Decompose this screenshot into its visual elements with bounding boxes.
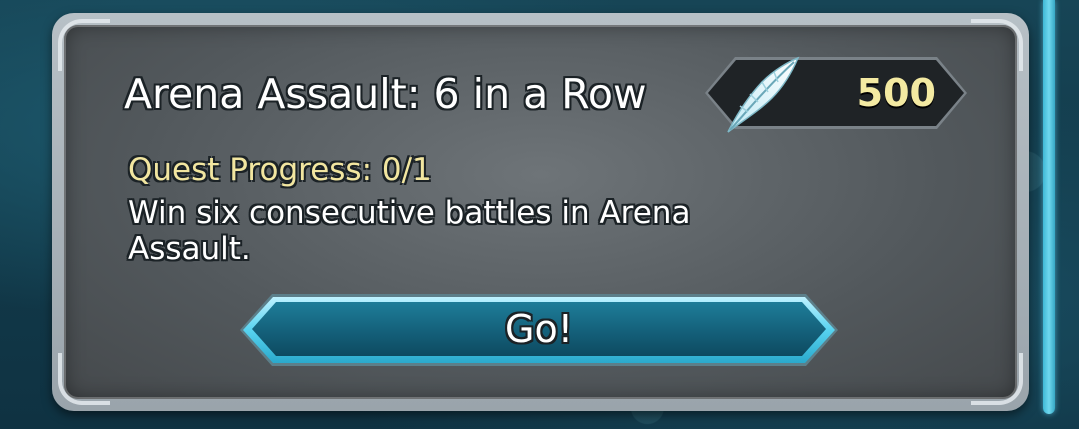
corner-ornament-top-right bbox=[971, 19, 1023, 71]
corner-ornament-top-left bbox=[58, 19, 110, 71]
feather-icon bbox=[727, 56, 800, 133]
reward-badge: 500 bbox=[705, 56, 967, 133]
quest-progress: Quest Progress: 0/1 bbox=[128, 152, 432, 188]
corner-ornament-bottom-right bbox=[971, 353, 1023, 405]
scrollbar[interactable] bbox=[1043, 0, 1055, 414]
go-button[interactable]: Go! bbox=[240, 294, 838, 366]
quest-description: Win six consecutive battles in Arena Ass… bbox=[128, 195, 691, 267]
go-button-label: Go! bbox=[505, 307, 573, 351]
corner-ornament-bottom-left bbox=[58, 353, 110, 405]
reward-value: 500 bbox=[856, 71, 936, 115]
quest-title: Arena Assault: 6 in a Row bbox=[124, 70, 647, 118]
